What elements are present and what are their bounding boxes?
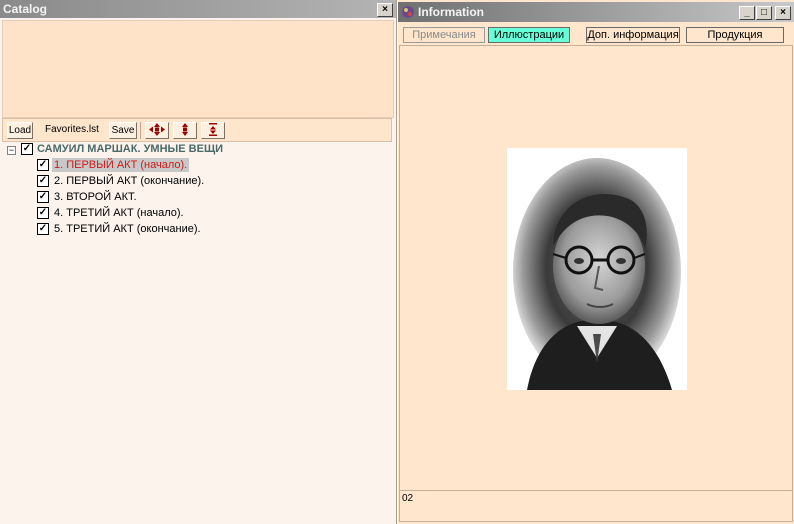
- tree-item[interactable]: 3. ВТОРОЙ АКТ.: [54, 190, 137, 204]
- load-button[interactable]: Load: [7, 122, 33, 139]
- catalog-toolbar: Load Favorites.lst Save: [2, 118, 392, 142]
- catalog-title-bar[interactable]: Catalog ×: [0, 0, 396, 18]
- tree-item[interactable]: 5. ТРЕТИЙ АКТ (окончание).: [54, 222, 201, 236]
- information-title-bar[interactable]: Information _ □ ×: [398, 2, 794, 22]
- up-down-arrows-icon: [182, 123, 188, 136]
- tab-notes[interactable]: Примечания: [403, 27, 485, 43]
- move-arrows-icon: [149, 123, 165, 136]
- move-up-down-button[interactable]: [173, 122, 197, 139]
- item-checkbox[interactable]: ✓: [37, 223, 49, 235]
- maximize-icon: □: [760, 7, 768, 18]
- status-text: 02: [402, 493, 414, 504]
- save-button[interactable]: Save: [109, 122, 137, 139]
- move-to-bottom-icon: [209, 123, 217, 136]
- close-icon: ×: [780, 7, 786, 18]
- portrait-image: [507, 148, 687, 390]
- minimize-icon: _: [744, 7, 750, 18]
- information-title: Information: [418, 5, 484, 19]
- tab-additional-info[interactable]: Доп. информация: [586, 27, 680, 43]
- move-bottom-button[interactable]: [201, 122, 225, 139]
- status-bar: 02: [399, 490, 793, 522]
- root-checkbox[interactable]: ✓: [21, 143, 33, 155]
- maximize-button[interactable]: □: [756, 6, 772, 20]
- item-checkbox[interactable]: ✓: [37, 207, 49, 219]
- tree-item[interactable]: 4. ТРЕТИЙ АКТ (начало).: [54, 206, 184, 220]
- information-close-button[interactable]: ×: [775, 6, 791, 20]
- minimize-button[interactable]: _: [739, 6, 755, 20]
- tree-root-label[interactable]: САМУИЛ МАРШАК. УМНЫЕ ВЕЩИ: [37, 142, 223, 156]
- information-window: Information _ □ × Примечания Иллюстрации…: [398, 0, 794, 524]
- tab-illustrations[interactable]: Иллюстрации: [488, 27, 570, 43]
- item-checkbox[interactable]: ✓: [37, 159, 49, 171]
- catalog-tree: − ✓ САМУИЛ МАРШАК. УМНЫЕ ВЕЩИ ✓ 1. ПЕРВЫ…: [2, 141, 392, 521]
- portrait-illustration: [507, 148, 687, 390]
- catalog-window: Catalog × Load Favorites.lst Save − ✓ СА…: [0, 0, 397, 524]
- information-tabs: Примечания Иллюстрации Доп. информация П…: [398, 24, 794, 45]
- catalog-title: Catalog: [3, 2, 48, 16]
- app-icon: [402, 6, 414, 18]
- illustration-panel: [399, 45, 793, 491]
- collapse-icon[interactable]: −: [7, 146, 16, 155]
- move-all-directions-button[interactable]: [145, 122, 169, 139]
- item-checkbox[interactable]: ✓: [37, 191, 49, 203]
- catalog-upper-panel: [2, 20, 394, 118]
- close-icon: ×: [382, 4, 388, 15]
- catalog-close-button[interactable]: ×: [377, 3, 393, 17]
- toolbar-separator: [140, 122, 141, 139]
- favorites-file-name: Favorites.lst: [45, 124, 99, 135]
- item-checkbox[interactable]: ✓: [37, 175, 49, 187]
- tree-item-selected[interactable]: 1. ПЕРВЫЙ АКТ (начало).: [52, 158, 190, 172]
- tab-products[interactable]: Продукция: [686, 27, 784, 43]
- tree-item[interactable]: 2. ПЕРВЫЙ АКТ (окончание).: [54, 174, 204, 188]
